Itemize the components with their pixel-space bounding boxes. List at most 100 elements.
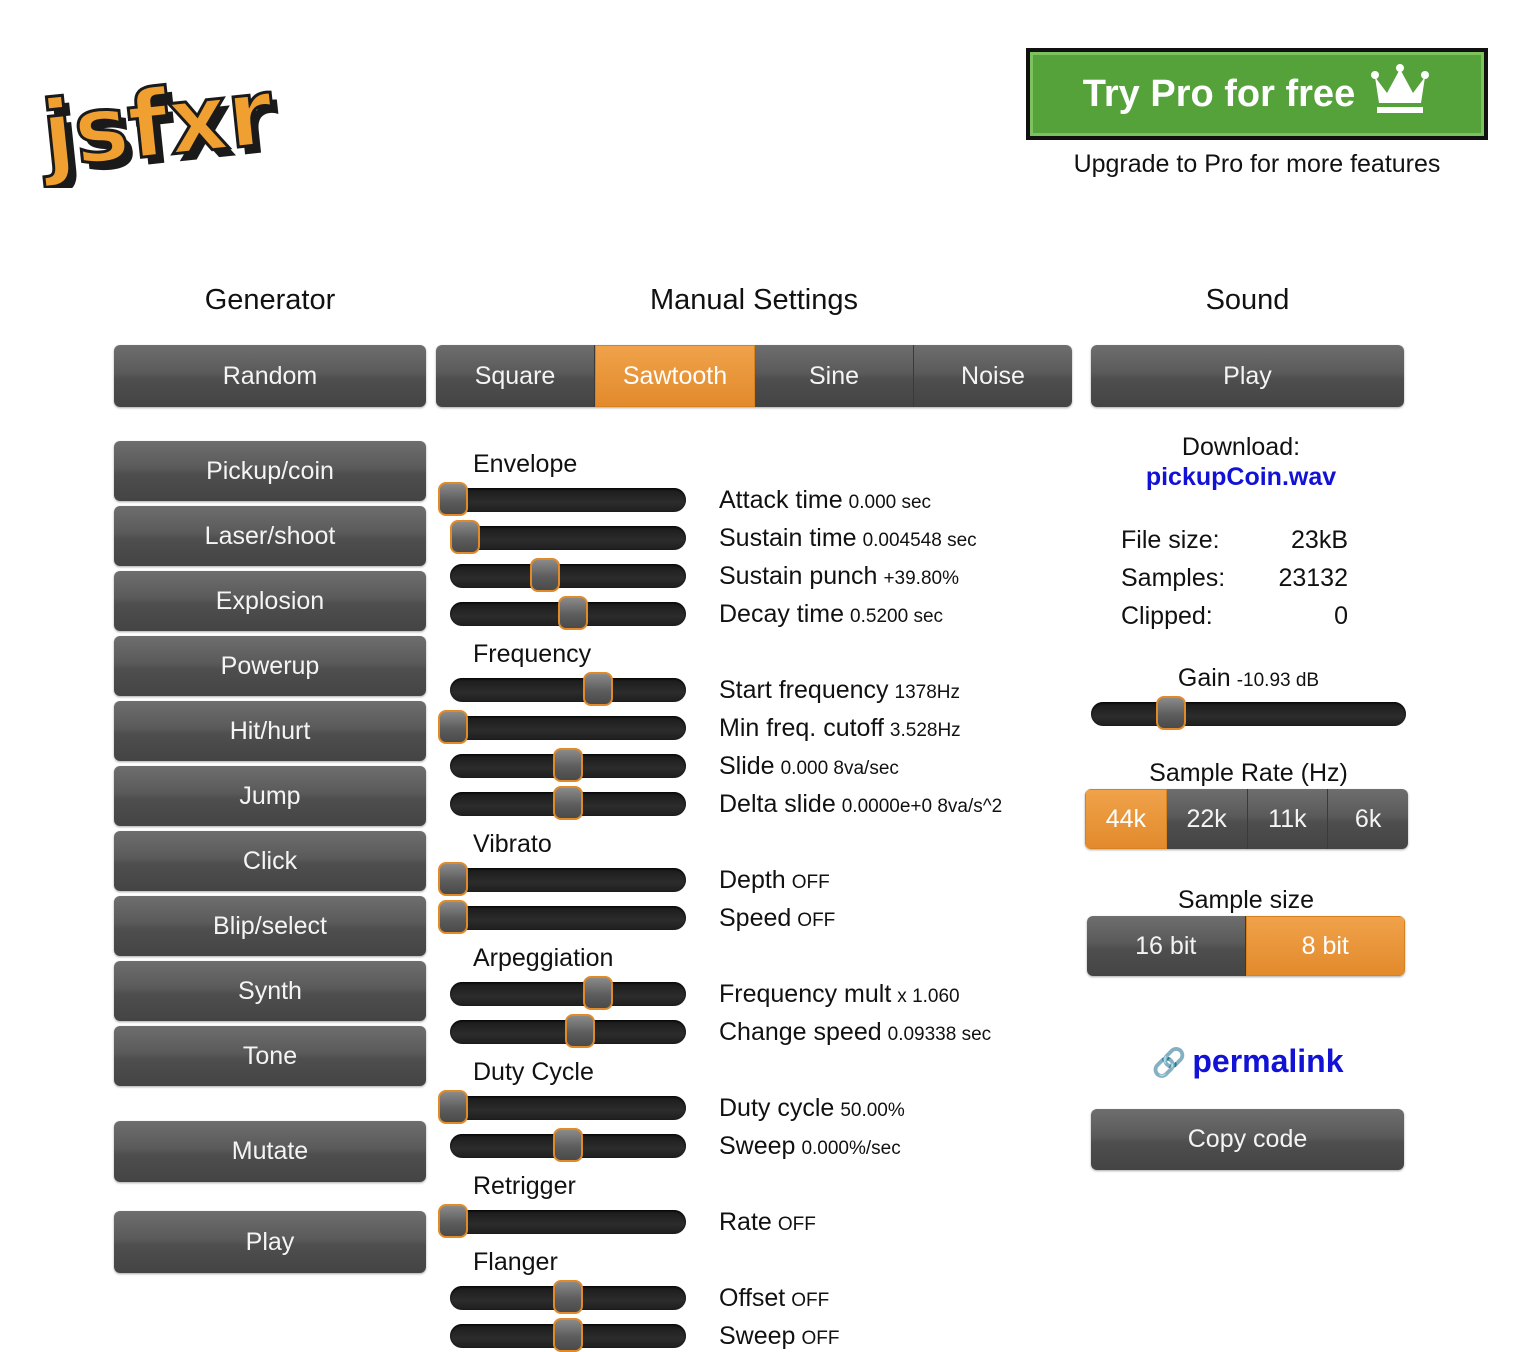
samples-label: Samples: <box>1121 564 1226 592</box>
preset-laser-shoot-button[interactable]: Laser/shoot <box>114 506 426 566</box>
param-slider[interactable] <box>450 976 686 1010</box>
preset-explosion-button[interactable]: Explosion <box>114 571 426 631</box>
param-slider[interactable] <box>450 1318 686 1352</box>
link-icon: 🔗 <box>1151 1047 1187 1078</box>
param-slider-knob[interactable] <box>582 976 613 1010</box>
param-readout: Depth OFF <box>719 866 830 895</box>
sample-size-label: Sample size <box>1177 886 1315 914</box>
param-label: Frequency mult <box>719 980 892 1008</box>
param-readout: Min freq. cutoff 3.528Hz <box>719 714 961 743</box>
wave-sine-tab[interactable]: Sine <box>755 345 914 407</box>
size-8bit-tab[interactable]: 8 bit <box>1245 916 1405 976</box>
gain-value: -10.93 dB <box>1236 670 1320 691</box>
param-slider[interactable] <box>449 520 686 554</box>
param-value: 0.5200 sec <box>850 606 944 627</box>
group-arpeggiation: Arpeggiation <box>473 944 614 972</box>
preset-click-button[interactable]: Click <box>114 831 426 891</box>
preset-synth-button[interactable]: Synth <box>114 961 426 1021</box>
copy-code-button[interactable]: Copy code <box>1091 1109 1404 1170</box>
preset-blip-select-button[interactable]: Blip/select <box>114 896 426 956</box>
param-slider-knob[interactable] <box>553 1318 583 1352</box>
param-slider[interactable] <box>450 596 686 630</box>
param-readout: Slide 0.000 8va/sec <box>719 752 899 781</box>
param-slider-knob[interactable] <box>438 862 468 896</box>
param-label: Offset <box>719 1284 786 1312</box>
rate-11k-tab[interactable]: 11k <box>1247 789 1329 849</box>
param-readout: Sustain punch +39.80% <box>719 562 959 591</box>
group-duty-cycle: Duty Cycle <box>473 1058 594 1086</box>
param-slider-knob[interactable] <box>553 1128 583 1162</box>
group-vibrato: Vibrato <box>473 830 552 858</box>
param-slider-knob[interactable] <box>582 672 613 706</box>
gain-slider[interactable] <box>1091 696 1406 730</box>
size-16bit-tab[interactable]: 16 bit <box>1087 916 1246 976</box>
param-label: Sweep <box>719 1322 796 1350</box>
generator-title: Generator <box>204 284 336 316</box>
mutate-button[interactable]: Mutate <box>114 1121 426 1182</box>
param-slider[interactable] <box>450 1280 686 1314</box>
download-wav-link[interactable]: pickupCoin.wav <box>1146 463 1336 491</box>
preset-pickup-coin-button[interactable]: Pickup/coin <box>114 441 426 501</box>
rate-22k-tab[interactable]: 22k <box>1166 789 1248 849</box>
clipped-value: 0 <box>1334 602 1348 630</box>
param-slider-knob[interactable] <box>553 786 583 820</box>
manual-settings-title: Manual Settings <box>650 284 858 316</box>
param-slider-knob[interactable] <box>530 558 560 592</box>
param-slider[interactable] <box>438 1090 686 1124</box>
try-pro-button[interactable]: Try Pro for free <box>1026 48 1488 140</box>
param-slider-knob[interactable] <box>564 1014 595 1048</box>
param-value: OFF <box>777 1214 816 1235</box>
param-slider-track <box>450 1210 686 1234</box>
param-slider-knob[interactable] <box>557 596 588 630</box>
param-slider-knob[interactable] <box>553 748 583 782</box>
param-slider[interactable] <box>438 1204 686 1238</box>
file-size-value: 23kB <box>1291 526 1348 554</box>
param-slider-knob[interactable] <box>438 710 468 744</box>
param-slider-track <box>450 868 686 892</box>
param-slider-track <box>450 488 686 512</box>
param-slider[interactable] <box>450 1014 686 1048</box>
param-slider[interactable] <box>450 672 686 706</box>
rate-6k-tab[interactable]: 6k <box>1328 789 1408 849</box>
preset-tone-button[interactable]: Tone <box>114 1026 426 1086</box>
gain-slider-knob[interactable] <box>1156 696 1187 730</box>
param-label: Attack time <box>719 486 843 514</box>
sample-size-selector: 16 bit 8 bit <box>1087 916 1405 976</box>
param-slider-knob[interactable] <box>553 1280 583 1314</box>
param-value: 1378Hz <box>894 682 961 703</box>
param-slider[interactable] <box>450 558 686 592</box>
param-slider-knob[interactable] <box>449 520 480 554</box>
param-slider-knob[interactable] <box>438 900 468 934</box>
jsfxr-logo: jsfxr jsfxr <box>32 57 300 197</box>
wave-square-tab[interactable]: Square <box>436 345 595 407</box>
param-slider-track <box>450 678 686 702</box>
param-slider[interactable] <box>438 710 686 744</box>
param-readout: Offset OFF <box>719 1284 829 1313</box>
param-label: Change speed <box>719 1018 882 1046</box>
param-slider[interactable] <box>450 786 686 820</box>
param-slider-knob[interactable] <box>438 482 468 516</box>
rate-44k-tab[interactable]: 44k <box>1085 789 1167 849</box>
param-slider-track <box>450 564 686 588</box>
generator-play-button[interactable]: Play <box>114 1211 426 1273</box>
group-frequency: Frequency <box>473 640 592 668</box>
wave-sawtooth-tab[interactable]: Sawtooth <box>595 345 755 407</box>
param-slider-knob[interactable] <box>438 1090 468 1124</box>
sound-play-button[interactable]: Play <box>1091 345 1404 407</box>
wave-noise-tab[interactable]: Noise <box>914 345 1072 407</box>
param-slider[interactable] <box>438 900 686 934</box>
random-button[interactable]: Random <box>114 345 426 407</box>
param-slider[interactable] <box>450 748 686 782</box>
param-slider[interactable] <box>450 1128 686 1162</box>
group-flanger: Flanger <box>473 1248 558 1276</box>
preset-powerup-button[interactable]: Powerup <box>114 636 426 696</box>
param-slider[interactable] <box>438 482 686 516</box>
preset-jump-button[interactable]: Jump <box>114 766 426 826</box>
permalink-link[interactable]: permalink <box>1192 1043 1343 1079</box>
waveform-selector: Square Sawtooth Sine Noise <box>436 345 1072 407</box>
param-slider-knob[interactable] <box>438 1204 468 1238</box>
param-readout: Change speed 0.09338 sec <box>719 1018 991 1047</box>
param-slider[interactable] <box>438 862 686 896</box>
preset-hit-hurt-button[interactable]: Hit/hurt <box>114 701 426 761</box>
param-value: 0.0000e+0 8va/s^2 <box>841 796 1003 817</box>
